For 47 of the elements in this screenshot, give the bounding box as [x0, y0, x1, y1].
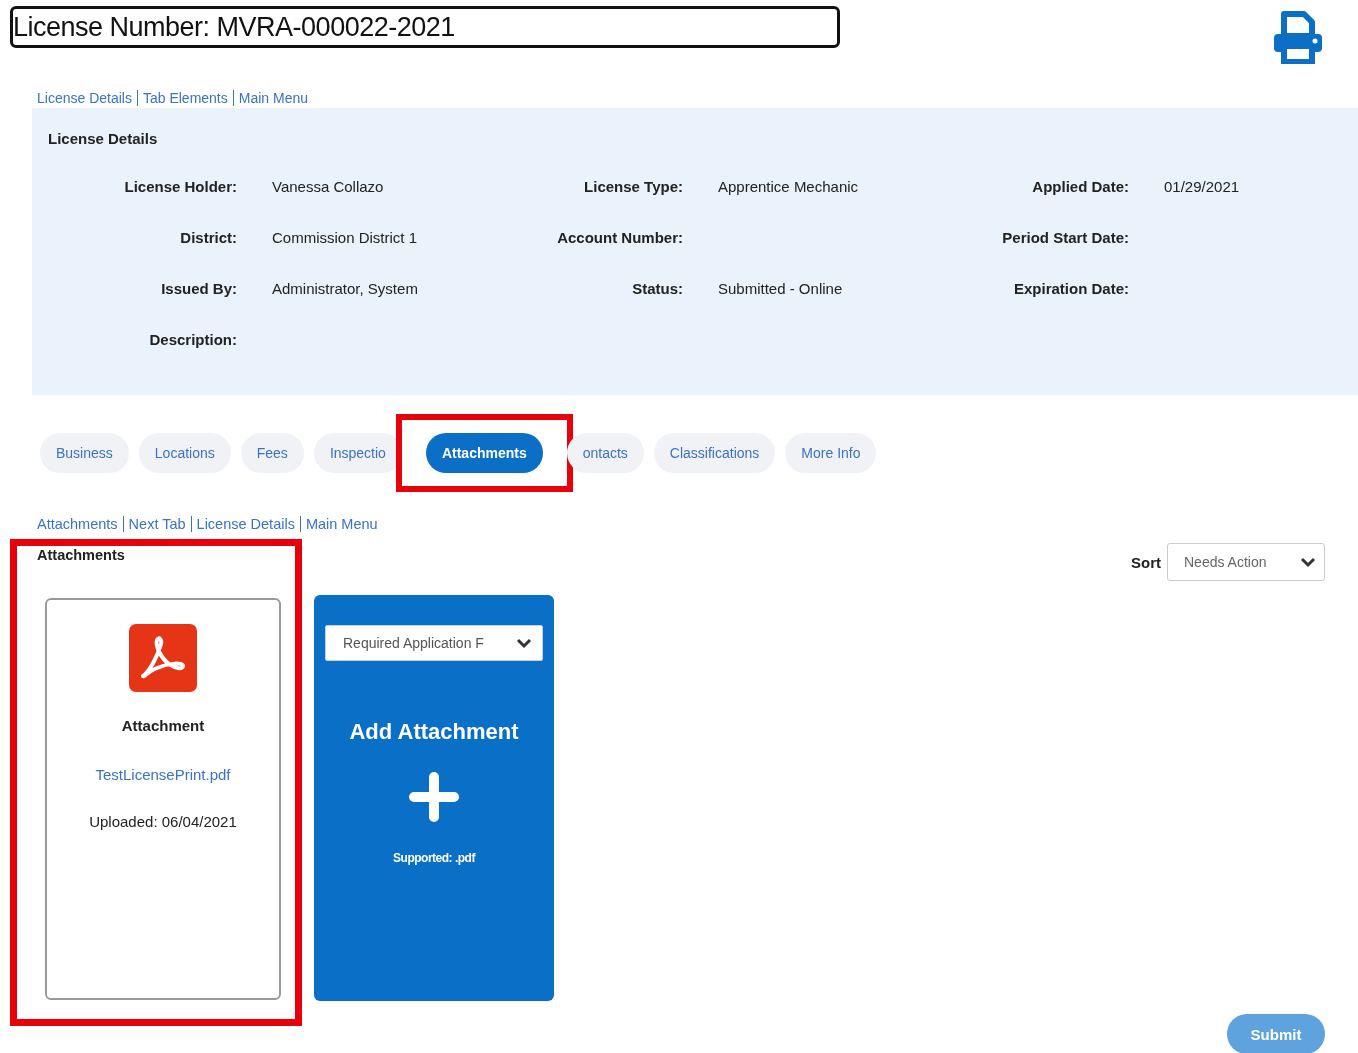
nav-link[interactable]: License Details: [196, 516, 295, 532]
field-label: Period Start Date:: [1001, 229, 1129, 246]
field-label: Status:: [631, 280, 683, 297]
nav-link[interactable]: License Details: [37, 90, 132, 106]
pdf-icon: [129, 624, 197, 692]
section-heading: Attachments: [36, 546, 126, 563]
tab[interactable]: Classifications: [653, 433, 776, 473]
plus-icon: [408, 771, 460, 823]
sort-dropdown[interactable]: Needs Action: [1167, 543, 1325, 581]
field-label: Expiration Date:: [1012, 280, 1129, 297]
print-icon[interactable]: [1271, 10, 1325, 64]
tab[interactable]: Attachments: [425, 433, 543, 473]
tab[interactable]: ontacts: [566, 433, 644, 473]
field-value: Commission District 1: [272, 229, 419, 246]
field-label: Account Number:: [556, 229, 683, 246]
field-value: Vanessa Collazo: [272, 178, 385, 195]
page-title: License Number: MVRA-000022-2021: [10, 6, 840, 48]
field-value: Administrator, System: [272, 280, 419, 297]
tab[interactable]: Business: [40, 433, 129, 473]
field-label: Applied Date:: [1031, 178, 1129, 195]
tab[interactable]: More Info: [785, 433, 877, 473]
tab[interactable]: Locations: [138, 433, 231, 473]
file-link[interactable]: TestLicensePrint.pdf: [95, 766, 231, 783]
field-value: Apprentice Mechanic: [718, 178, 860, 195]
nav-link[interactable]: Tab Elements: [142, 90, 228, 106]
card-title: Attachment: [121, 717, 205, 734]
chevron-down-icon: [1300, 556, 1316, 568]
sort-label: Sort: [1131, 553, 1161, 571]
add-attachment-card[interactable]: Required Application F Add Attachment Supported: .pdf: [314, 595, 554, 1001]
nav-link[interactable]: Main Menu: [238, 90, 309, 106]
field-label: Description:: [148, 331, 237, 348]
tab[interactable]: Fees: [240, 433, 304, 473]
field-label: License Holder:: [123, 178, 237, 195]
nav-link[interactable]: Main Menu: [305, 516, 378, 532]
field-label: District:: [179, 229, 237, 246]
nav-link[interactable]: Next Tab: [128, 516, 186, 532]
field-label: License Type:: [583, 178, 683, 195]
supported-note: Supported: .pdf: [393, 851, 475, 865]
nav-link[interactable]: Attachments: [37, 516, 118, 532]
upload-date: Uploaded: 06/04/2021: [89, 813, 237, 830]
chevron-down-icon: [516, 637, 532, 649]
type-dropdown[interactable]: Required Application F: [325, 625, 543, 661]
field-value: Submitted - Online: [718, 280, 844, 297]
field-label: Issued By:: [160, 280, 237, 297]
card-title: Add Attachment: [349, 719, 519, 745]
panel-heading: License Details: [47, 129, 159, 147]
field-value: 01/29/2021: [1164, 178, 1241, 195]
